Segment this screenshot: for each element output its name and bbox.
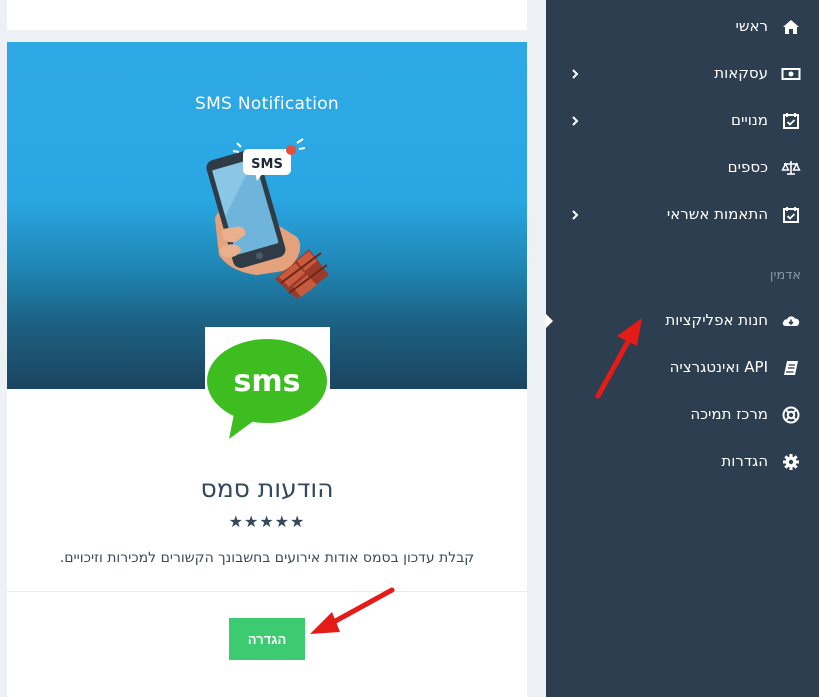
gear-icon bbox=[781, 452, 801, 472]
sidebar-item-label: התאמות אשראי bbox=[666, 205, 768, 223]
home-icon bbox=[781, 17, 801, 37]
sidebar-item-label: כספים bbox=[727, 158, 768, 176]
cloud-download-icon bbox=[781, 311, 801, 331]
main-content: SMS Notification SMS sms הודעות סמס ★★★★… bbox=[0, 0, 546, 697]
balance-scale-icon bbox=[781, 158, 801, 178]
chevron-right-icon bbox=[570, 114, 580, 128]
card-divider bbox=[7, 591, 527, 592]
sidebar-item-label: מנויים bbox=[731, 111, 768, 129]
logo-text: sms bbox=[234, 364, 301, 399]
sidebar-item-app-store[interactable]: חנות אפליקציות bbox=[546, 301, 819, 341]
sidebar-item-finance[interactable]: כספים bbox=[546, 148, 819, 188]
active-item-pointer bbox=[546, 314, 553, 328]
sidebar-item-credit-matching[interactable]: התאמות אשראי bbox=[546, 195, 819, 235]
calendar-check-icon bbox=[781, 205, 801, 225]
sms-bubble-text: SMS bbox=[251, 157, 283, 172]
phone-illustration: SMS bbox=[197, 137, 337, 302]
app-description: קבלת עדכון בסמס אודות אירועים בחשבונך הק… bbox=[59, 550, 475, 566]
sidebar-item-label: ראשי bbox=[735, 17, 768, 35]
setup-button[interactable]: הגדרה bbox=[229, 618, 305, 660]
sidebar-section-admin: אדמין bbox=[769, 268, 801, 283]
sidebar-item-subscriptions[interactable]: מנויים bbox=[546, 101, 819, 141]
sidebar-item-label: מרכז תמיכה bbox=[690, 405, 768, 423]
sidebar-item-transactions[interactable]: עסקאות bbox=[546, 54, 819, 94]
sidebar-item-label: API ואינטגרציה bbox=[669, 358, 768, 376]
sidebar-item-api[interactable]: API ואינטגרציה bbox=[546, 348, 819, 388]
sidebar-item-settings[interactable]: הגדרות bbox=[546, 442, 819, 482]
app-title: הודעות סמס bbox=[200, 474, 334, 503]
app-card: SMS Notification SMS sms הודעות סמס ★★★★… bbox=[7, 42, 527, 697]
money-icon bbox=[781, 64, 801, 84]
sidebar: ראשי עסקאות מנויים כספים התאמות אשראי אד… bbox=[546, 0, 819, 697]
app-logo: sms bbox=[205, 327, 330, 452]
previous-card bbox=[7, 0, 527, 30]
banner-title: SMS Notification bbox=[195, 94, 339, 114]
calendar-check-icon bbox=[781, 111, 801, 131]
star-rating: ★★★★★ bbox=[228, 512, 306, 531]
book-icon bbox=[781, 358, 801, 378]
chevron-right-icon bbox=[570, 208, 580, 222]
life-ring-icon bbox=[781, 405, 801, 425]
sidebar-item-home[interactable]: ראשי bbox=[546, 7, 819, 47]
sidebar-item-label: עסקאות bbox=[714, 64, 768, 82]
sidebar-item-support[interactable]: מרכז תמיכה bbox=[546, 395, 819, 435]
sidebar-item-label: הגדרות bbox=[721, 452, 768, 470]
chevron-right-icon bbox=[570, 67, 580, 81]
sidebar-item-label: חנות אפליקציות bbox=[665, 311, 768, 329]
